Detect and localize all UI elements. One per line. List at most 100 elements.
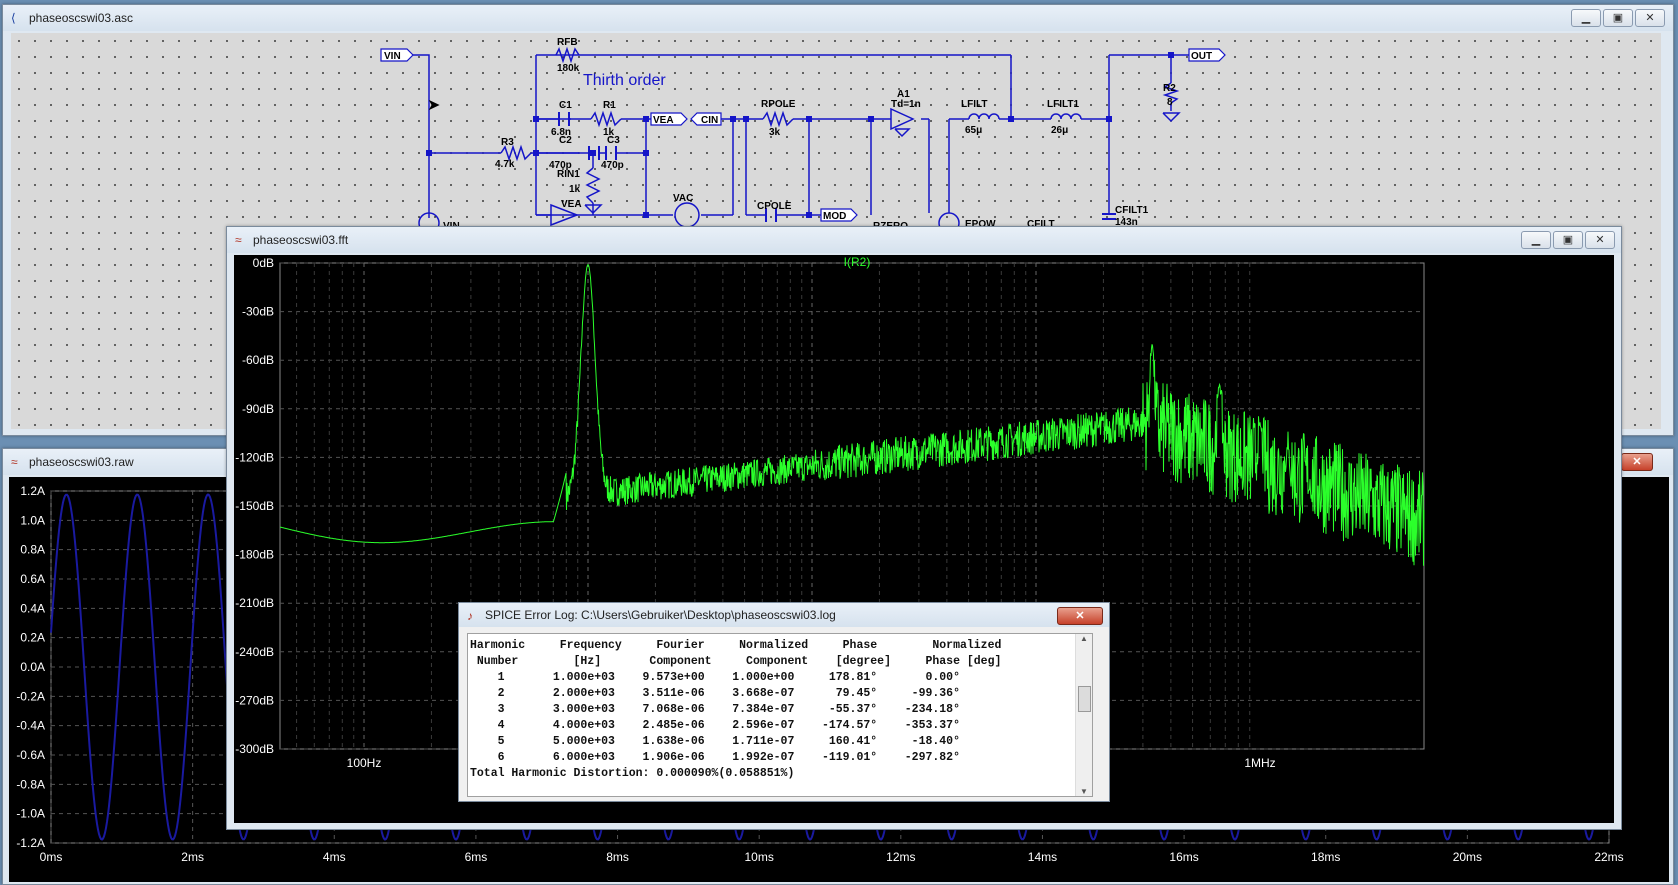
raw-y-tick: -0.4A [16,719,45,733]
log-line: 1 1.000e+03 9.573e+00 1.000e+00 178.81° … [470,671,960,684]
r2-value: 8 [1167,97,1173,108]
raw-y-tick: -0.2A [16,689,45,703]
schematic-annotation: Thirth order [583,72,666,89]
r2-label: R2 [1163,83,1176,94]
raw-y-tick: 1.2A [20,484,45,498]
raw-title: phaseoscswi03.raw [29,455,134,469]
raw-y-tick: 1.0A [20,513,45,527]
fft-x-tick: 1MHz [1244,756,1275,770]
fft-y-tick: 0dB [253,256,274,270]
vea-flag-label: VEA [653,115,674,126]
log-line: 6 6.000e+03 1.906e-06 1.992e-07 -119.01°… [470,751,960,764]
raw-y-tick: 0.8A [20,543,45,557]
spice-icon: ♪ [467,609,473,623]
rin1-value: 1k [569,184,581,195]
log-text: Harmonic Frequency Fourier Normalized Ph… [468,634,1092,786]
rin1-label: RIN1 [557,169,580,180]
scroll-thumb[interactable] [1078,686,1091,712]
raw-x-tick: 18ms [1311,850,1340,864]
raw-x-tick: 22ms [1594,850,1623,864]
raw-y-tick: -0.8A [16,777,45,791]
log-text-area[interactable]: Harmonic Frequency Fourier Normalized Ph… [467,633,1093,797]
fft-titlebar[interactable]: ≈ phaseoscswi03.fft ▁ ▣ ✕ [227,227,1621,253]
log-line: 2 2.000e+03 3.511e-06 3.668e-07 79.45° -… [470,687,960,700]
c3-value: 470p [601,160,624,171]
a1-td: Td=1n [891,99,921,110]
raw-x-tick: 20ms [1453,850,1482,864]
fft-x-tick: 100Hz [347,756,382,770]
raw-x-tick: 12ms [886,850,915,864]
fft-trace [279,263,1425,566]
mod-flag-label: MOD [823,211,846,222]
log-line: Number [Hz] Component Component [degree]… [470,655,1002,668]
c2-label: C2 [559,135,572,146]
raw-y-tick: -1.2A [16,836,45,850]
c1-label: C1 [559,100,572,111]
fft-y-tick: -300dB [235,742,274,756]
cin-flag-label: CIN [701,115,718,126]
raw-x-tick: 2ms [181,850,204,864]
c3-label: C3 [607,135,620,146]
out-flag-label: OUT [1191,51,1212,62]
minimize-button[interactable]: ▁ [1571,9,1601,27]
fft-y-tick: -150dB [235,499,274,513]
schematic-title: phaseoscswi03.asc [29,11,134,25]
raw-x-tick: 8ms [606,850,629,864]
raw-y-tick: -0.6A [16,748,45,762]
r3-label: R3 [501,137,514,148]
ltspice-icon: ⟨ [11,11,16,25]
log-line: Harmonic Frequency Fourier Normalized Ph… [470,639,1002,652]
log-titlebar[interactable]: ♪ SPICE Error Log: C:\Users\Gebruiker\De… [459,603,1109,627]
raw-y-tick: 0.2A [20,631,45,645]
raw-y-tick: 0.6A [20,572,45,586]
r3-value: 4.7k [495,159,515,170]
rpole-label: RPOLE [761,99,796,110]
log-scrollbar[interactable]: ▲ ▼ [1075,634,1092,796]
maximize-button[interactable]: ▣ [1603,9,1633,27]
cpole-label: CPOLE [757,201,792,212]
cfilt1-label: CFILT1 [1115,205,1149,216]
raw-y-tick: -1.0A [16,807,45,821]
lfilt1-label: LFILT1 [1047,99,1079,110]
fft-title: phaseoscswi03.fft [253,233,349,247]
vin-flag-label: VIN [384,51,401,62]
log-line: Total Harmonic Distortion: 0.000090%(0.0… [470,767,795,780]
scroll-down-arrow-icon[interactable]: ▼ [1076,787,1092,796]
close-button[interactable]: ✕ [1635,9,1665,27]
vea-label: VEA [561,199,582,210]
raw-x-tick: 6ms [465,850,488,864]
r1-label: R1 [603,100,616,111]
raw-y-tick: 0.0A [20,660,45,674]
log-line: 5 5.000e+03 1.638e-06 1.711e-07 160.41° … [470,735,960,748]
log-line: 4 4.000e+03 2.485e-06 2.596e-07 -174.57°… [470,719,960,732]
log-close-button[interactable]: ✕ [1057,607,1103,625]
lfilt-label: LFILT [961,99,987,110]
fft-close-button[interactable]: ✕ [1585,231,1615,249]
fft-y-tick: -30dB [242,305,274,319]
raw-x-tick: 10ms [745,850,774,864]
raw-x-tick: 0ms [40,850,63,864]
waveform-icon: ≈ [235,233,242,247]
rpole-value: 3k [769,127,781,138]
fft-y-tick: -180dB [235,548,274,562]
lfilt-value: 65μ [965,125,982,136]
raw-x-tick: 14ms [1028,850,1057,864]
vac-label: VAC [673,193,693,204]
fft-y-tick: -60dB [242,353,274,367]
lfilt1-value: 26μ [1051,125,1068,136]
schematic-titlebar[interactable]: ⟨ phaseoscswi03.asc ▁ ▣ ✕ [3,5,1673,31]
scroll-up-arrow-icon[interactable]: ▲ [1076,634,1092,643]
fft-minimize-button[interactable]: ▁ [1521,231,1551,249]
fft-y-tick: -240dB [235,645,274,659]
raw-x-tick: 16ms [1169,850,1198,864]
fft-y-tick: -210dB [235,596,274,610]
rfb-value: 180k [557,63,580,74]
waveform-icon: ≈ [11,455,18,469]
fft-maximize-button[interactable]: ▣ [1553,231,1583,249]
raw-close-button[interactable]: ✕ [1621,453,1653,471]
fft-trace-name: I(R2) [844,255,871,269]
rfb-label: RFB [557,37,578,48]
mouse-cursor-icon: ➤ [427,97,441,114]
fft-y-tick: -90dB [242,402,274,416]
raw-y-tick: 0.4A [20,601,45,615]
